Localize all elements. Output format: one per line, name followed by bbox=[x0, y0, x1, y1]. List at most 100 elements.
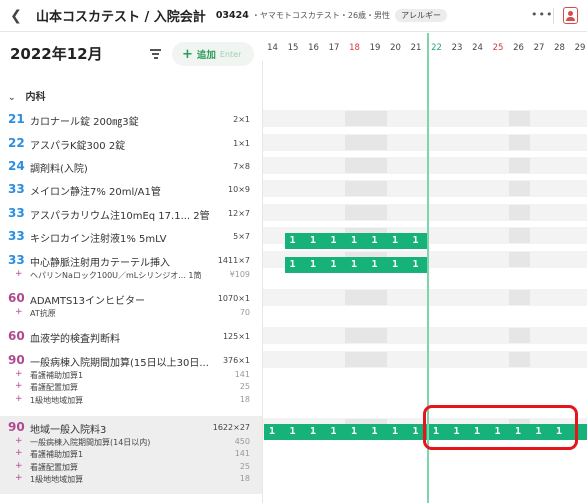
order-row[interactable]: 33 メイロン静注7% 20ml/A1管 10×9 bbox=[0, 178, 262, 198]
sub-item[interactable]: + 看護配置加算 25 bbox=[0, 381, 262, 394]
order-code: 60 bbox=[8, 291, 25, 305]
schedule-cell[interactable]: 1 bbox=[346, 233, 367, 249]
sub-item[interactable]: + 看護補助加算1 141 bbox=[0, 369, 262, 382]
order-row[interactable]: 33 アスパラカリウム注10mEq 17.1... 2管 12×7 bbox=[0, 202, 262, 222]
order-row[interactable]: 33 中心静脈注射用カテーテル挿入 1411×7 + ヘパリンNaロック100U／mLシ… bbox=[0, 249, 262, 280]
schedule-cell[interactable]: 1 bbox=[326, 233, 347, 249]
header-divider bbox=[553, 8, 554, 24]
order-name: ADAMTS13インヒビター bbox=[30, 296, 146, 307]
sub-item[interactable]: + AT抗原 70 bbox=[0, 307, 262, 320]
sub-item[interactable]: +1級地地域加算 18 bbox=[0, 473, 262, 486]
order-name: 一般病棟入院期間加算(15日以上30日... bbox=[30, 358, 209, 369]
patient-id: 03424 bbox=[215, 10, 249, 21]
day-label: 16 bbox=[308, 43, 319, 53]
sub-item-name: 看護配置加算 bbox=[30, 462, 78, 472]
day-label: 27 bbox=[533, 43, 545, 53]
sub-item-name: 一般病棟入院期間加算(14日以内) bbox=[30, 438, 151, 447]
allergy-badge[interactable]: アレルギー bbox=[395, 9, 448, 22]
grid-cell-shaded bbox=[365, 352, 387, 367]
sub-item-plus-icon: + bbox=[15, 448, 23, 459]
schedule-cell[interactable]: 1 bbox=[326, 257, 347, 273]
order-row[interactable]: 33 キシロカイン注射液1% 5mLV 5×7 bbox=[0, 225, 262, 245]
schedule-cell[interactable]: 1 bbox=[264, 424, 285, 440]
schedule-cell[interactable]: 1 bbox=[305, 233, 326, 249]
order-quantity: 10×9 bbox=[228, 185, 250, 194]
grid-cell-shaded bbox=[365, 181, 387, 196]
sub-item-quantity: 141 bbox=[234, 370, 250, 379]
add-shortcut-key: Enter bbox=[219, 49, 242, 59]
schedule-cell[interactable]: 1 bbox=[326, 424, 347, 440]
order-row[interactable]: 60 ADAMTS13インヒビター 1070×1 + AT抗原 70 bbox=[0, 287, 262, 318]
schedule-cell[interactable]: 1 bbox=[346, 424, 367, 440]
sub-item-plus-icon: + bbox=[15, 381, 23, 392]
schedule-cell[interactable]: 1 bbox=[408, 233, 429, 249]
sub-item[interactable]: + 一般病棟入院期間加算(14日以内) 450 bbox=[0, 436, 262, 449]
sub-item[interactable]: +1級地地域加算 18 bbox=[0, 394, 262, 407]
chevron-down-icon: ⌄ bbox=[8, 93, 16, 103]
schedule-cell[interactable]: 1 bbox=[367, 257, 388, 273]
order-name: メイロン静注7% 20ml/A1管 bbox=[30, 187, 161, 198]
day-label: 14 bbox=[267, 43, 278, 53]
schedule-cell[interactable]: 1 bbox=[387, 424, 408, 440]
back-chevron-icon[interactable]: ❮ bbox=[4, 8, 28, 24]
order-quantity: 125×1 bbox=[222, 332, 250, 341]
category-header[interactable]: ⌄ 内科 bbox=[8, 88, 46, 103]
grid-row bbox=[263, 157, 587, 174]
order-row[interactable]: 90 地域一般入院料3 1622×27 + 一般病棟入院期間加算(14日以内) 450 + 看… bbox=[0, 416, 262, 494]
filter-icon[interactable] bbox=[150, 49, 161, 61]
schedule-cell[interactable]: 1 bbox=[367, 424, 388, 440]
order-quantity: 2×1 bbox=[233, 115, 250, 124]
plus-icon: + bbox=[182, 46, 193, 62]
order-quantity: 1411×7 bbox=[217, 256, 250, 265]
sub-item-quantity: 25 bbox=[239, 382, 250, 392]
grid-cell-shaded bbox=[365, 111, 387, 126]
order-row[interactable]: 90 一般病棟入院期間加算(15日以上30日... 376×1 + 看護補助加算1 141… bbox=[0, 349, 262, 405]
order-row[interactable]: 21 カロナール錠 200㎎3錠 2×1 bbox=[0, 108, 262, 128]
schedule-cell[interactable]: 1 bbox=[285, 233, 306, 249]
order-name: 血液学的検査判断料 bbox=[30, 334, 120, 345]
order-quantity: 1622×27 bbox=[212, 423, 250, 432]
grid-row bbox=[263, 327, 587, 344]
grid-cell-shaded bbox=[345, 290, 366, 305]
patient-card-icon[interactable] bbox=[563, 7, 578, 24]
schedule-cell[interactable]: 1 bbox=[305, 257, 326, 273]
day-label: 20 bbox=[390, 43, 401, 53]
schedule-cell[interactable]: 1 bbox=[285, 257, 306, 273]
grid-cell-shaded bbox=[509, 252, 530, 267]
day-label: 23 bbox=[451, 43, 463, 53]
sub-item-quantity: 141 bbox=[234, 449, 250, 459]
schedule-cell[interactable]: 1 bbox=[387, 233, 408, 249]
schedule-cell[interactable]: 1 bbox=[305, 424, 326, 440]
grid-cell-shaded bbox=[509, 328, 530, 343]
grid-cell-shaded bbox=[509, 111, 530, 126]
schedule-cell[interactable]: 1 bbox=[408, 257, 429, 273]
schedule-cell[interactable]: 1 bbox=[367, 233, 388, 249]
order-name: 中心静脈注射用カテーテル挿入 bbox=[30, 258, 170, 269]
order-quantity: 1070×1 bbox=[217, 294, 250, 303]
sub-item[interactable]: + 看護補助加算1 141 bbox=[0, 448, 262, 461]
more-icon[interactable]: ••• bbox=[531, 8, 553, 21]
day-label: 18 bbox=[349, 43, 360, 53]
sub-item[interactable]: + 看護配置加算 25 bbox=[0, 461, 262, 474]
add-button[interactable]: + 追加 Enter bbox=[172, 42, 254, 66]
grid-cell-shaded bbox=[509, 228, 530, 243]
sub-item[interactable]: + ヘパリンNaロック100U／mLシリンジオ... 1筒 ¥109 bbox=[0, 269, 262, 282]
day-label: 22 bbox=[431, 43, 442, 53]
schedule-cell[interactable]: 1 bbox=[387, 257, 408, 273]
grid-cell-shaded bbox=[509, 158, 530, 173]
grid-row bbox=[263, 134, 587, 151]
schedule-cell[interactable]: 1 bbox=[285, 424, 306, 440]
sub-item-name: 看護補助加算1 bbox=[30, 450, 84, 460]
sub-item-name: 看護配置加算 bbox=[30, 383, 78, 393]
order-row[interactable]: 24 調剤料(入院) 7×8 bbox=[0, 155, 262, 175]
order-row[interactable]: 22 アスパラK錠300 2錠 1×1 bbox=[0, 132, 262, 152]
schedule-cell[interactable]: 1 bbox=[346, 257, 367, 273]
order-row[interactable]: 60 血液学的検査判断料 125×1 bbox=[0, 325, 262, 345]
order-code: 33 bbox=[8, 253, 25, 267]
sub-item-quantity: ¥109 bbox=[229, 270, 250, 279]
grid-cell-shaded bbox=[509, 205, 530, 220]
grid-cell-shaded bbox=[509, 290, 530, 305]
order-name: 地域一般入院料3 bbox=[30, 425, 107, 436]
grid-cell-shaded bbox=[345, 111, 366, 126]
order-quantity: 1×1 bbox=[233, 139, 250, 148]
